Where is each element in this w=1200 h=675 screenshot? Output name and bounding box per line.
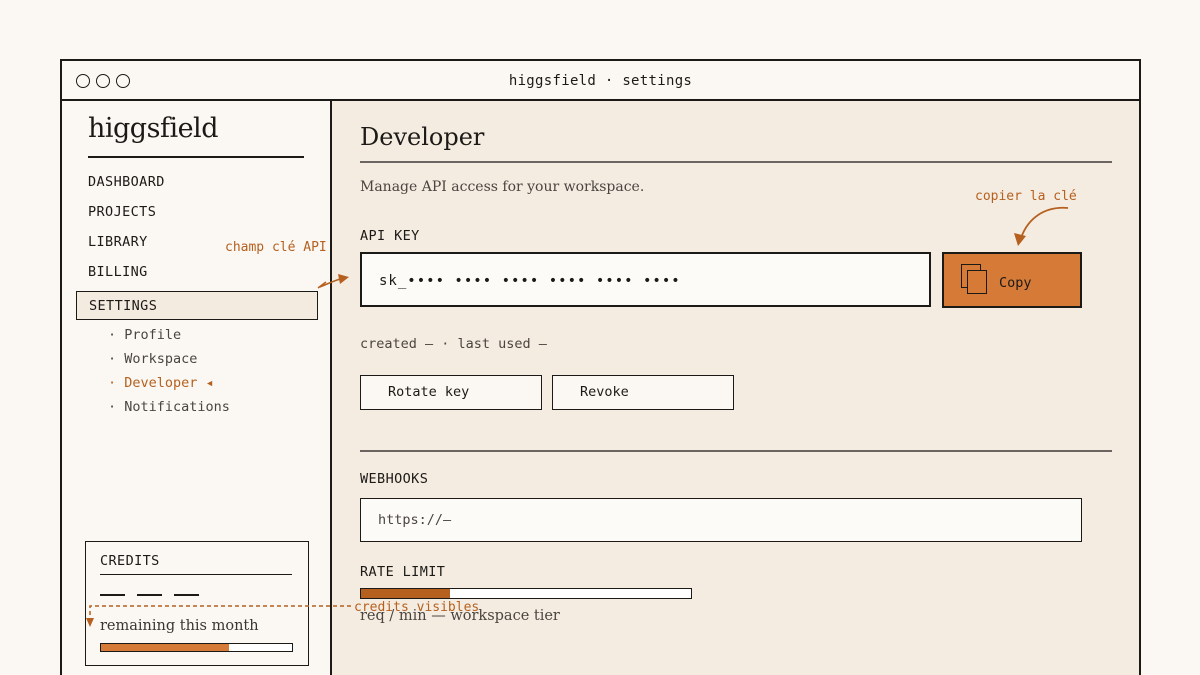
rate-limit-fill [361, 589, 451, 598]
api-key-meta: created — · last used — [360, 336, 547, 352]
title-divider [360, 161, 1112, 163]
webhooks-label: WEBHOOKS [360, 471, 429, 487]
credits-value-placeholder [100, 594, 199, 596]
subnav-item-notifications[interactable]: · Notifications [108, 399, 230, 415]
annotation-api-field: champ clé API [225, 240, 327, 255]
api-key-field[interactable]: sk_•••• •••• •••• •••• •••• •••• [360, 252, 931, 307]
sidebar-item-settings[interactable]: SETTINGS [76, 291, 318, 320]
credits-progress-bar [100, 643, 293, 652]
copy-icon [961, 264, 991, 296]
revoke-button[interactable]: Revoke [552, 375, 734, 410]
title-bar: higgsfield · settings [62, 61, 1139, 101]
section-divider [360, 450, 1112, 452]
credits-divider [100, 574, 292, 575]
rotate-key-button[interactable]: Rotate key [360, 375, 542, 410]
rate-limit-bar [360, 588, 692, 599]
window-title: higgsfield · settings [508, 73, 693, 89]
sidebar-item-projects[interactable]: PROJECTS [88, 204, 156, 220]
webhook-url-input[interactable]: https://— [360, 498, 1082, 542]
rate-limit-label: RATE LIMIT [360, 564, 446, 580]
subnav-item-profile[interactable]: · Profile [108, 327, 181, 343]
credits-card: CREDITS remaining this month [85, 541, 309, 666]
page-title: Developer [360, 123, 485, 151]
brand-logo: higgsfield [88, 113, 218, 144]
subnav-item-developer[interactable]: · Developer ◂ [108, 375, 214, 391]
sidebar-item-library[interactable]: LIBRARY [88, 234, 148, 250]
api-key-label: API KEY [360, 228, 420, 244]
main-panel: Developer Manage API access for your wor… [332, 101, 1139, 675]
page-description: Manage API access for your workspace. [360, 179, 645, 195]
annotation-copy-key: copier la clé [975, 189, 1077, 204]
brand-divider [88, 156, 304, 158]
sidebar-item-dashboard[interactable]: DASHBOARD [88, 174, 165, 190]
subnav-item-workspace[interactable]: · Workspace [108, 351, 197, 367]
sidebar-item-billing[interactable]: BILLING [88, 264, 148, 280]
sidebar: higgsfield DASHBOARD PROJECTS LIBRARY BI… [62, 101, 332, 675]
annotation-credits: credits visibles [354, 600, 480, 615]
app-window: higgsfield · settings higgsfield DASHBOA… [60, 59, 1141, 675]
credits-remaining-label: remaining this month [100, 618, 259, 634]
copy-key-button[interactable]: Copy [942, 252, 1082, 308]
credits-title: CREDITS [100, 553, 160, 569]
copy-button-label: Copy [999, 275, 1032, 291]
credits-progress-fill [101, 644, 229, 651]
